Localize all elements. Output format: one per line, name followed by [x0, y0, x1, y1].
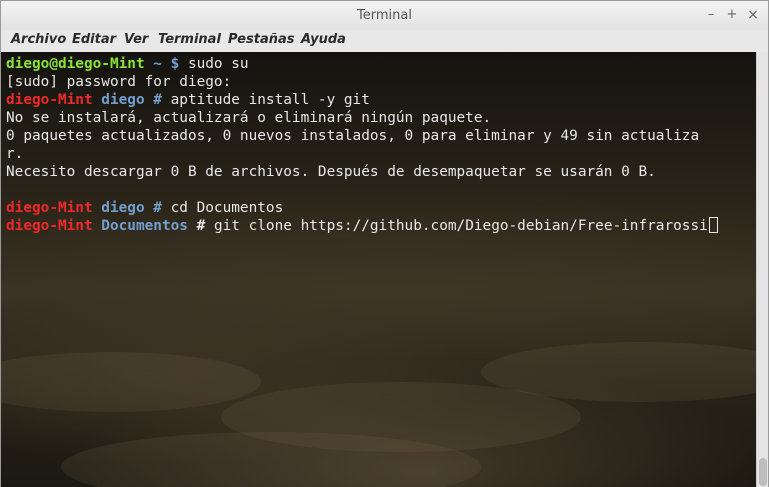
prompt-dir: diego	[92, 200, 145, 216]
menu-ver[interactable]: Ver	[124, 32, 148, 47]
prompt-dir: diego	[92, 92, 145, 108]
title-bar[interactable]: Terminal – + ×	[1, 1, 768, 30]
background-cloud	[1, 352, 261, 412]
terminal-line-7: Necesito descargar 0 B de archivos. Desp…	[6, 164, 656, 180]
prompt-hash: #	[144, 200, 162, 216]
prompt-host: diego-Mint	[6, 200, 93, 216]
prompt-host: diego-Mint	[6, 218, 93, 234]
terminal-line-9: diego-Mint Documentos # git clone https:…	[6, 217, 718, 235]
terminal-line-5: 0 paquetes actualizados, 0 nuevos instal…	[6, 128, 700, 144]
command-text: sudo su	[179, 56, 249, 72]
command-text: aptitude install -y git	[161, 92, 370, 108]
window-title: Terminal	[357, 8, 412, 23]
vertical-scrollbar[interactable]	[756, 52, 768, 487]
scrollbar-thumb[interactable]	[759, 458, 767, 486]
prompt-path: ~ $	[144, 56, 180, 72]
prompt-hash: #	[187, 218, 206, 234]
menu-bar: Archivo Editar Ver Terminal Pestañas Ayu…	[1, 30, 768, 52]
menu-terminal[interactable]: Terminal	[158, 32, 221, 47]
terminal-window: Terminal – + × Archivo Editar Ver Termin…	[0, 0, 769, 487]
terminal-line-8: diego-Mint diego # cd Documentos	[6, 199, 283, 217]
maximize-button[interactable]: +	[724, 7, 740, 23]
terminal-line-4: No se instalará, actualizará o eliminará…	[6, 110, 492, 126]
text-cursor	[708, 217, 718, 233]
prompt-hash: #	[144, 92, 162, 108]
terminal-line-1: diego@diego-Mint ~ $ sudo su	[6, 55, 249, 73]
menu-editar[interactable]: Editar	[72, 32, 116, 47]
terminal-line-3: diego-Mint diego # aptitude install -y g…	[6, 91, 370, 109]
command-text: cd Documentos	[161, 200, 284, 216]
terminal-line-6: r.	[6, 146, 24, 162]
menu-archivo[interactable]: Archivo	[11, 32, 66, 47]
command-text: git clone https://github.com/Diego-debia…	[205, 218, 708, 234]
terminal-line-2: [sudo] password for diego:	[6, 74, 232, 90]
minimize-button[interactable]: –	[703, 7, 719, 23]
terminal-output[interactable]: diego@diego-Mint ~ $ sudo su [sudo] pass…	[1, 52, 756, 487]
prompt-host: diego-Mint	[6, 92, 93, 108]
close-button[interactable]: ×	[745, 7, 761, 23]
menu-pestanas[interactable]: Pestañas	[228, 32, 295, 47]
menu-ayuda[interactable]: Ayuda	[301, 32, 346, 47]
prompt-dir: Documentos	[92, 218, 188, 234]
prompt-user: diego@diego-Mint	[6, 56, 145, 72]
